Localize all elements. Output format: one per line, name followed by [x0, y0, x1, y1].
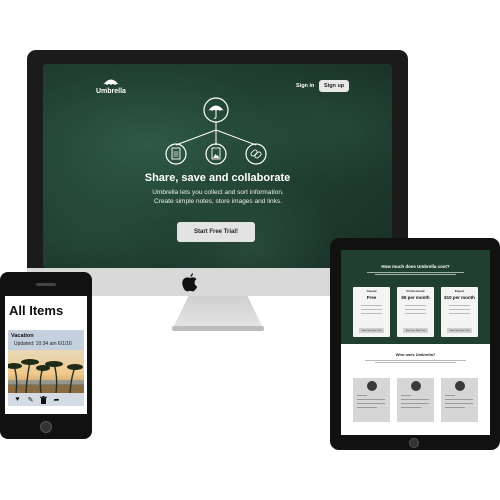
testimonial-text: [445, 399, 473, 400]
testimonial-text: [445, 407, 465, 408]
card-title: Vacation: [11, 333, 34, 339]
plan-feature: [449, 305, 470, 307]
tablet-home-button[interactable]: [409, 438, 419, 448]
monitor-stand-base: [172, 326, 264, 331]
plan-trial-button[interactable]: Start Your Free Trial: [447, 328, 472, 333]
avatar: [367, 381, 377, 391]
testimonial-name: [401, 395, 411, 396]
who-uses-subtitle: [361, 359, 470, 364]
umbrella-icon: [203, 97, 229, 123]
plan-trial-button[interactable]: Start Your Free Trial: [403, 328, 428, 333]
tablet-device: How much does Umbrella cost? Casual Free…: [330, 238, 500, 450]
phone-screen: All Items Vacation Updated: 10:34 am 6/1…: [5, 296, 87, 414]
signup-button[interactable]: Sign up: [319, 80, 350, 92]
testimonial-text: [445, 403, 473, 404]
trash-icon[interactable]: [39, 395, 48, 404]
item-card[interactable]: Vacation Updated: 10:34 am 6/1/16 ♥ ✎ ➦: [8, 330, 84, 406]
edit-icon[interactable]: ✎: [26, 395, 35, 404]
plan-name: Casual: [366, 289, 377, 293]
testimonial-card: [441, 378, 478, 422]
document-icon: [165, 143, 187, 165]
testimonial-name: [445, 395, 455, 396]
share-icon[interactable]: ➦: [52, 395, 61, 404]
apple-logo-icon: [182, 273, 198, 292]
who-uses-title: Who uses Umbrella?: [395, 352, 436, 357]
heart-icon[interactable]: ♥: [13, 395, 22, 404]
testimonial-text: [401, 407, 421, 408]
phone-device: All Items Vacation Updated: 10:34 am 6/1…: [0, 272, 92, 439]
plan-feature: [449, 309, 470, 311]
page-title: All Items: [9, 303, 64, 318]
palm-trees-image: [8, 359, 84, 393]
start-trial-button[interactable]: Start Free Trial!: [177, 222, 255, 242]
card-updated: Updated: 10:34 am 6/1/16: [14, 341, 72, 347]
link-icon: [245, 143, 267, 165]
monitor-stand: [172, 296, 264, 330]
plan-price: $10 per month: [444, 295, 475, 300]
pricing-title: How much does Umbrella cost?: [381, 264, 450, 269]
plan-name: Professional: [406, 289, 425, 293]
pricing-section: How much does Umbrella cost? Casual Free…: [341, 250, 490, 344]
brand-logo[interactable]: Umbrella: [96, 78, 126, 95]
plan-feature: [405, 305, 426, 307]
testimonial-text: [357, 407, 377, 408]
signin-link[interactable]: Sign in: [296, 83, 314, 89]
plan-trial-button[interactable]: Start Your Free Trial: [359, 328, 384, 333]
vacation-photo: [8, 350, 84, 393]
card-action-bar: ♥ ✎ ➦: [8, 393, 84, 406]
testimonial-text: [401, 403, 429, 404]
plan-card-expert: Expert $10 per month Start Your Free Tri…: [441, 287, 478, 337]
testimonial-text: [357, 403, 385, 404]
brand-name: Umbrella: [96, 88, 126, 95]
plan-name: Expert: [454, 289, 465, 293]
testimonial-text: [401, 399, 429, 400]
testimonial-card: [353, 378, 390, 422]
plan-feature: [405, 309, 426, 311]
pricing-subtitle: [361, 271, 470, 276]
hero-title: Share, save and collaborate: [144, 172, 291, 184]
umbrella-icon: [102, 79, 119, 85]
plan-price: $5 per month: [401, 295, 430, 300]
phone-home-button[interactable]: [40, 421, 52, 433]
avatar: [455, 381, 465, 391]
tablet-screen: How much does Umbrella cost? Casual Free…: [341, 250, 490, 435]
feature-diagram: [165, 97, 267, 165]
phone-speaker: [36, 283, 56, 286]
plan-price: Free: [366, 295, 377, 300]
testimonial-name: [357, 395, 367, 396]
avatar: [411, 381, 421, 391]
plan-feature: [361, 305, 382, 307]
plan-card-professional: Professional $5 per month Start Your Fre…: [397, 287, 434, 337]
plan-feature: [361, 313, 382, 315]
testimonial-text: [357, 399, 385, 400]
plan-feature: [449, 313, 470, 315]
image-icon: [205, 143, 227, 165]
testimonial-card: [397, 378, 434, 422]
plan-card-casual: Casual Free Start Your Free Trial: [353, 287, 390, 337]
plan-feature: [361, 309, 382, 311]
plan-feature: [405, 313, 426, 315]
hero-subtitle: Umbrella lets you collect and sort infor…: [152, 189, 284, 205]
